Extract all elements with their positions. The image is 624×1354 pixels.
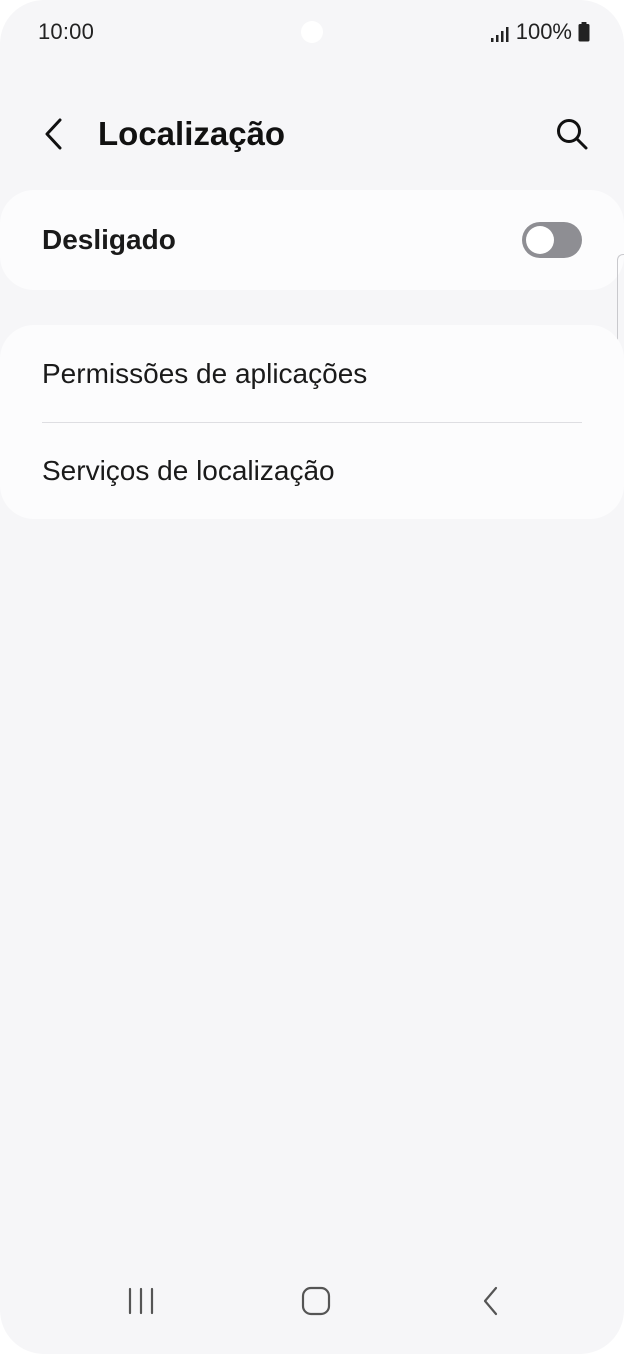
page-title: Localização	[98, 115, 286, 152]
back-icon	[483, 1286, 498, 1316]
option-app-permissions[interactable]: Permissões de aplicações	[0, 325, 624, 422]
navigation-bar	[0, 1264, 624, 1354]
back-button[interactable]	[34, 112, 74, 156]
search-button[interactable]	[550, 112, 594, 156]
location-master-card: Desligado	[0, 190, 624, 290]
home-button[interactable]	[286, 1276, 346, 1326]
battery-icon	[578, 22, 590, 42]
battery-percentage: 100%	[515, 19, 572, 44]
recents-button[interactable]	[111, 1276, 171, 1326]
status-time: 10:00	[38, 19, 95, 44]
app-header: Localização	[0, 96, 624, 172]
home-icon	[301, 1286, 331, 1316]
settings-screen: 10:00 100% Localização Desligado Permiss…	[0, 0, 624, 1354]
location-options-card: Permissões de aplicações Serviços de loc…	[0, 325, 624, 519]
location-toggle[interactable]	[522, 222, 582, 258]
nav-back-button[interactable]	[461, 1276, 521, 1326]
camera-cutout	[301, 21, 323, 43]
option-location-services[interactable]: Serviços de localização	[0, 422, 624, 519]
option-label: Permissões de aplicações	[42, 358, 368, 389]
search-icon	[557, 119, 588, 150]
status-bar: 10:00 100%	[0, 0, 624, 64]
chevron-left-icon	[45, 118, 62, 150]
recents-icon	[128, 1287, 154, 1315]
location-master-label: Desligado	[42, 224, 176, 255]
signal-icon	[490, 23, 510, 42]
toggle-knob	[526, 226, 554, 254]
status-indicators: 100%	[490, 19, 590, 45]
option-label: Serviços de localização	[42, 455, 335, 486]
location-master-row[interactable]: Desligado	[0, 190, 624, 290]
